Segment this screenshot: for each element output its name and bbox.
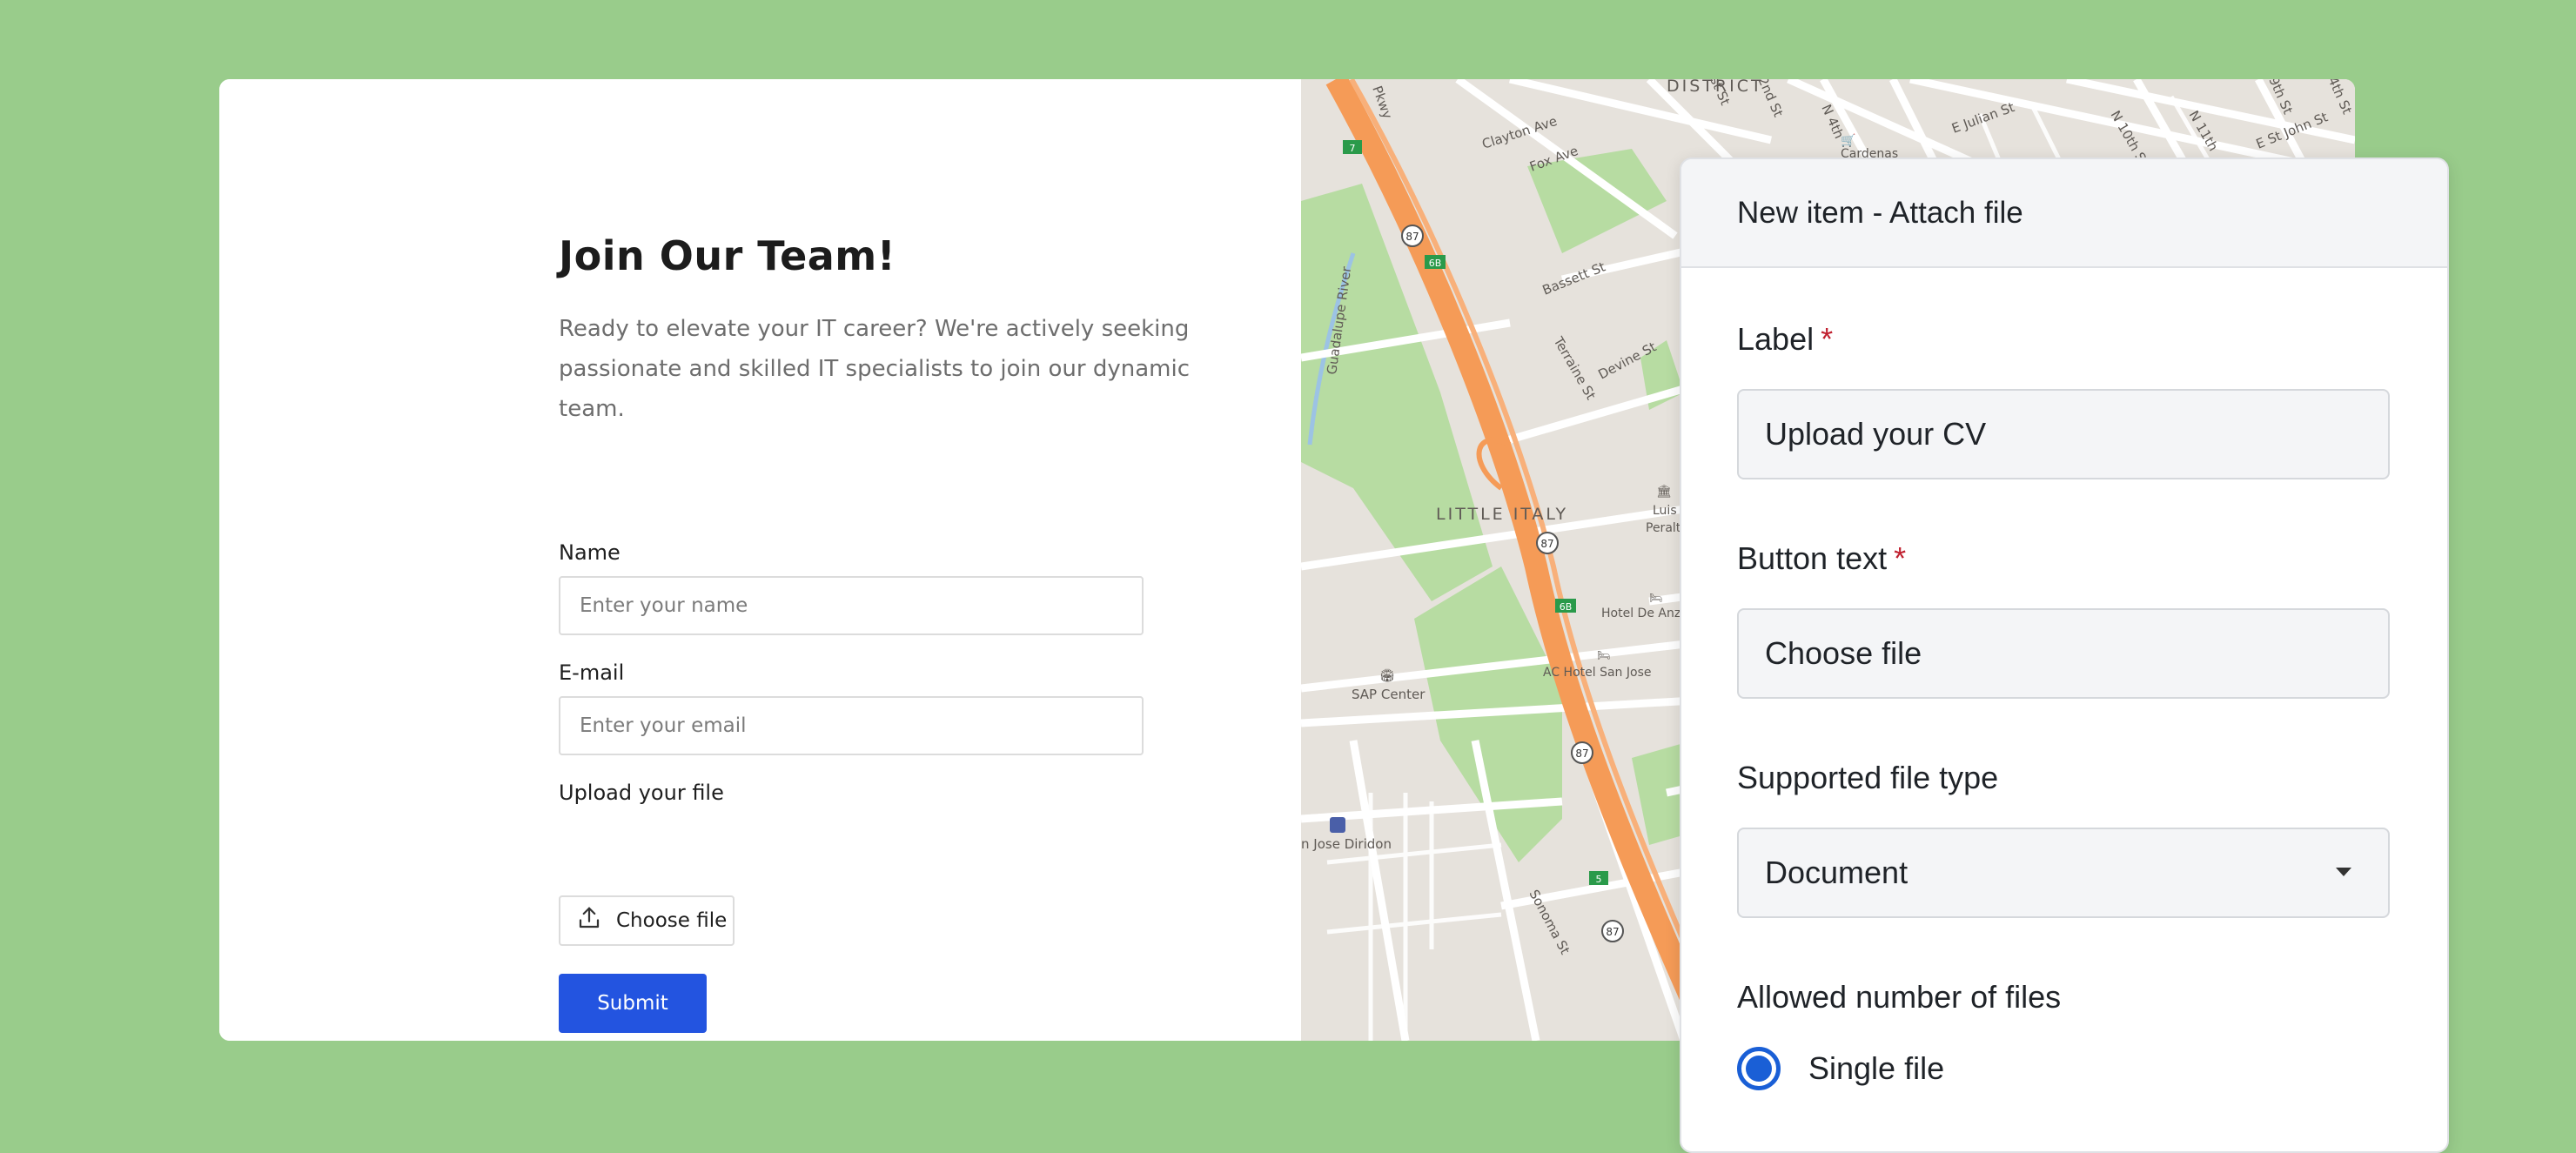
exit-7-sign: 7 (1343, 140, 1362, 154)
map-label-2nd-st: 2nd St (1754, 79, 1786, 119)
file-type-select[interactable]: Document (1737, 828, 2390, 918)
upload-icon (576, 905, 602, 936)
label-input[interactable]: Upload your CV (1737, 389, 2390, 479)
button-text-field-title: Button text * (1737, 540, 1906, 577)
map-label-little-italy: LITTLE ITALY (1436, 505, 1568, 524)
panel-title: New item - Attach file (1681, 159, 2447, 268)
svg-text:5: 5 (1596, 874, 1602, 885)
allowed-files-field-title: Allowed number of files (1737, 979, 2062, 1015)
exit-5-sign: 5 (1589, 871, 1608, 885)
map-label-sap-center: SAP Center (1352, 687, 1426, 702)
map-label-e-julian-st: E Julian St (1949, 99, 2016, 137)
form-intro-line-1: Ready to elevate your IT career? We're a… (559, 316, 1190, 342)
svg-text:87: 87 (1405, 231, 1419, 243)
attach-file-settings-panel: New item - Attach file Label * Upload you… (1680, 158, 2449, 1153)
map-label-bassett-st: Bassett St (1540, 258, 1608, 298)
svg-text:7: 7 (1350, 143, 1356, 154)
radio-selected-dot (1746, 1056, 1772, 1082)
single-file-label: Single file (1808, 1050, 1945, 1086)
route-87-shield-1: 87 (1401, 225, 1424, 247)
svg-text:87: 87 (1606, 926, 1619, 938)
museum-marker-icon: 🏛 (1656, 484, 1672, 499)
map-label-4th-st: 4th St (2324, 79, 2355, 117)
route-87-shield-3: 87 (1571, 741, 1593, 764)
single-file-radio[interactable] (1737, 1047, 1781, 1090)
hotel-de-anza-marker-icon: 🛏 (1649, 592, 1662, 604)
file-type-selected-value: Document (1765, 855, 1909, 890)
required-marker: * (1894, 540, 1907, 576)
svg-text:6B: 6B (1560, 601, 1573, 613)
file-type-field-title: Supported file type (1737, 760, 1999, 795)
job-application-form: Join Our Team! Ready to elevate your IT … (559, 232, 1255, 1033)
upload-file-label: Upload your file (559, 781, 724, 805)
sap-center-marker-icon: 🏟 (1379, 669, 1395, 683)
submit-button[interactable]: Submit (559, 974, 707, 1033)
name-label: Name (559, 540, 621, 565)
map-label-ac-hotel: AC Hotel San Jose (1543, 666, 1651, 680)
svg-text:87: 87 (1575, 747, 1588, 760)
label-field-title: Label * (1737, 321, 1833, 358)
form-title: Join Our Team! (559, 232, 896, 279)
svg-text:6B: 6B (1429, 258, 1442, 269)
name-input[interactable] (559, 576, 1144, 635)
chevron-down-icon (2336, 868, 2351, 876)
required-marker: * (1821, 321, 1834, 357)
route-87-shield-4: 87 (1601, 920, 1624, 942)
button-text-input[interactable]: Choose file (1737, 608, 2390, 699)
exit-6b-sign-1: 6B (1425, 255, 1446, 269)
ac-hotel-marker-icon: 🛏 (1597, 649, 1610, 661)
job-application-form-pane: Join Our Team! Ready to elevate your IT … (219, 79, 1301, 1041)
form-intro: Ready to elevate your IT career? We're a… (559, 309, 1246, 429)
svg-text:87: 87 (1540, 538, 1553, 550)
choose-file-label: Choose file (616, 909, 728, 932)
train-station-icon (1330, 817, 1345, 833)
email-label: E-mail (559, 660, 625, 685)
exit-6b-sign-2: 6B (1555, 599, 1576, 613)
choose-file-button[interactable]: Choose file (559, 895, 735, 946)
map-label-terraine-st: Terraine St (1550, 333, 1599, 402)
label-field-title-text: Label (1737, 321, 1815, 357)
map-label-hotel-de-anza: Hotel De Anz (1601, 607, 1680, 620)
email-input[interactable] (559, 696, 1144, 755)
button-text-field-title-text: Button text (1737, 540, 1888, 576)
form-intro-line-2: passionate and skilled IT specialists to… (559, 356, 1191, 422)
route-87-shield-2: 87 (1536, 532, 1559, 554)
single-file-radio-option[interactable]: Single file (1737, 1047, 1944, 1090)
map-label-san-jose-diridon: n Jose Diridon (1301, 836, 1392, 852)
